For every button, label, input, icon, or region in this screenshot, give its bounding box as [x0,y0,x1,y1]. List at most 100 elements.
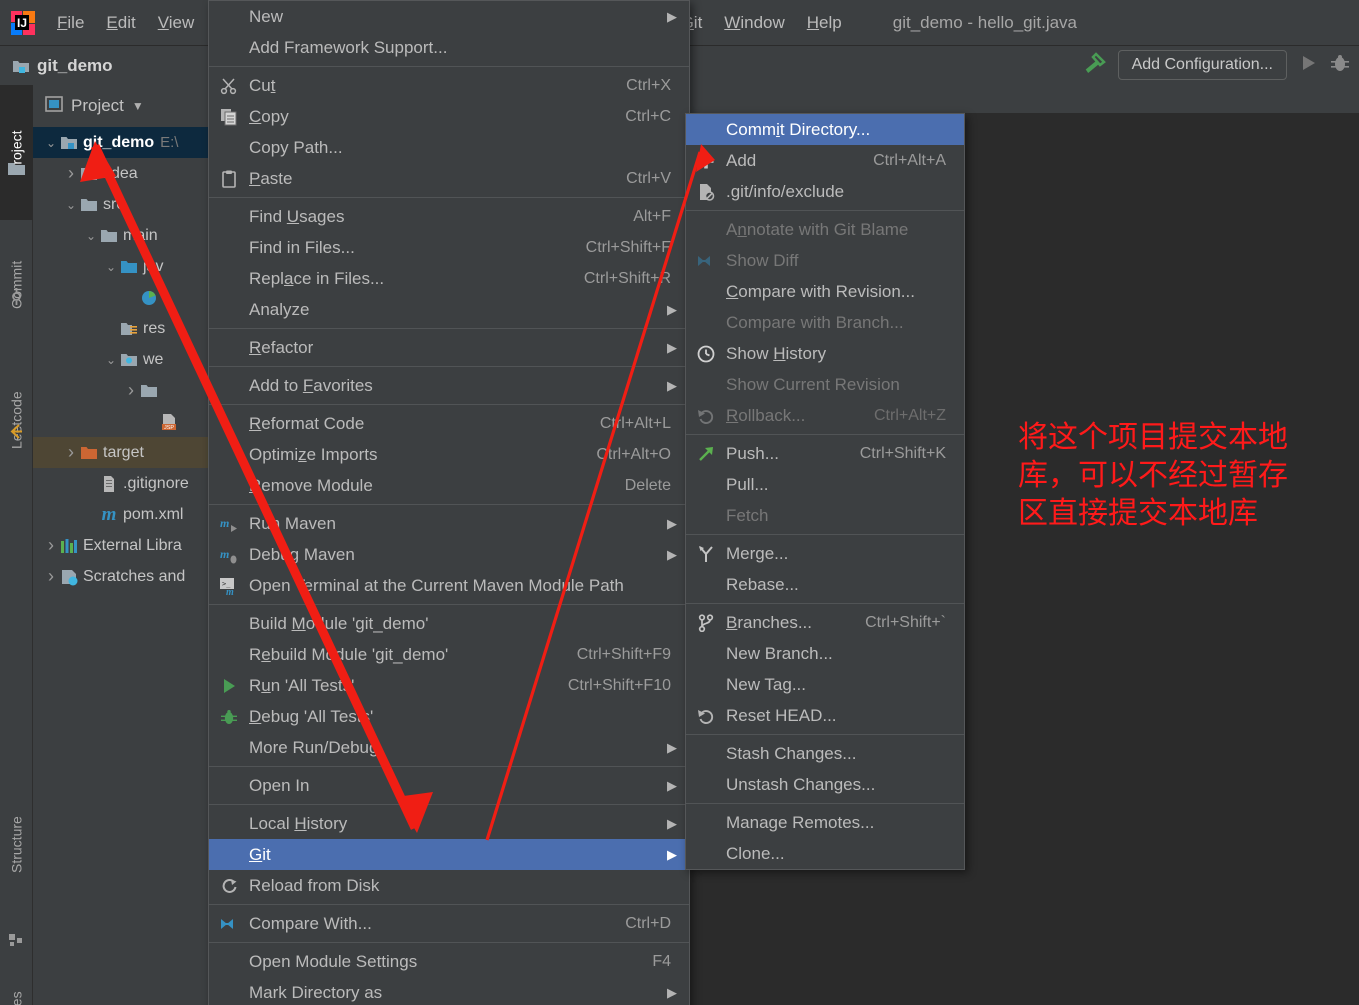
menubar-item-file[interactable]: File [46,0,95,45]
navbar-project-chip[interactable]: git_demo [12,56,113,76]
menu-item[interactable]: Git ▶ [209,839,689,870]
menu-item[interactable]: Add Framework Support... [209,32,689,63]
menu-item-label: Branches... [726,612,812,632]
folder-icon [81,198,97,211]
chevron-down-icon[interactable]: ⌄ [63,198,79,212]
menubar-item-view[interactable]: View [147,0,206,45]
menu-item[interactable]: Optimize Imports Ctrl+Alt+O [209,439,689,470]
tree-row[interactable]: ⌄ git_demo E:\ [33,127,209,158]
menu-item[interactable]: Find in Files... Ctrl+Shift+F [209,232,689,263]
menubar-item-help[interactable]: Help [796,0,853,45]
menu-item[interactable]: m Run Maven ▶ [209,508,689,539]
menu-item[interactable]: Add Ctrl+Alt+A [686,145,964,176]
chevron-right-icon[interactable]: › [43,535,59,556]
add-configuration-button[interactable]: Add Configuration... [1117,50,1287,80]
menu-item[interactable]: Remove Module Delete [209,470,689,501]
build-hammer-icon[interactable] [1082,50,1108,81]
menu-item[interactable]: Copy Path... [209,132,689,163]
menu-item[interactable]: Merge... [686,538,964,569]
menu-item[interactable]: Branches... Ctrl+Shift+` [686,607,964,638]
tree-row[interactable]: ⌄ we [33,344,209,375]
sidebar-item-commit[interactable]: Commit [0,220,33,350]
menu-item[interactable]: Push... Ctrl+Shift+K [686,438,964,469]
menu-item[interactable]: Open Module Settings F4 [209,946,689,977]
chevron-down-icon[interactable]: ⌄ [43,136,59,150]
menu-item[interactable]: Pull... [686,469,964,500]
debug-bug-icon[interactable] [1329,52,1351,79]
tree-row[interactable]: m pom.xml [33,499,209,530]
menu-item[interactable]: Refactor ▶ [209,332,689,363]
menu-item[interactable]: Unstash Changes... [686,769,964,800]
chevron-right-icon[interactable]: › [63,163,79,184]
tree-row[interactable]: res [33,313,209,344]
sidebar-item-structure[interactable]: Structure [0,775,33,915]
tree-row[interactable]: › Scratches and [33,561,209,592]
menu-item[interactable]: Reset HEAD... [686,700,964,731]
menu-item[interactable]: More Run/Debug ▶ [209,732,689,763]
menu-item[interactable]: Clone... [686,838,964,869]
tree-row[interactable]: .gitignore [33,468,209,499]
rollback-icon [686,707,726,725]
menubar-item-window[interactable]: Window [713,0,795,45]
sidebar-item-leetcode[interactable]: Leetcode [0,350,33,490]
menu-item[interactable]: m Debug Maven ▶ [209,539,689,570]
menu-item[interactable]: Cut Ctrl+X [209,70,689,101]
menu-item[interactable]: >_ m Open Terminal at the Current Maven Mo… [209,570,689,601]
menu-item[interactable]: Show History [686,338,964,369]
tree-row[interactable] [33,282,209,313]
chevron-down-icon[interactable]: ⌄ [103,260,119,274]
menu-item[interactable]: Local History ▶ [209,808,689,839]
tree-row[interactable]: › External Libra [33,530,209,561]
menu-item[interactable]: Paste Ctrl+V [209,163,689,194]
chevron-down-icon[interactable]: ⌄ [83,229,99,243]
project-context-menu[interactable]: New ▶ Add Framework Support... Cut Ctrl+X Cop… [208,0,690,1005]
menu-item[interactable]: Commit Directory... [686,114,964,145]
menu-item[interactable]: Reformat Code Ctrl+Alt+L [209,408,689,439]
tree-row[interactable]: ⌄ src [33,189,209,220]
tree-row-label: target [103,443,144,461]
menu-item-label: Show Current Revision [726,374,900,394]
tree-row[interactable]: ⌄ jav [33,251,209,282]
chevron-right-icon[interactable]: › [123,380,139,401]
menu-item[interactable]: Compare with Revision... [686,276,964,307]
menu-item[interactable]: Rebuild Module 'git_demo' Ctrl+Shift+F9 [209,639,689,670]
tree-row[interactable]: ⌄ main [33,220,209,251]
project-panel-header[interactable]: Project ▼ [33,85,209,127]
menu-item[interactable]: Find Usages Alt+F [209,201,689,232]
sidebar-item-favorites[interactable]: Favorites [0,965,33,1005]
libraries-icon [59,537,79,555]
menu-item[interactable]: Run 'All Tests' Ctrl+Shift+F10 [209,670,689,701]
menu-item[interactable]: Open In ▶ [209,770,689,801]
chevron-right-icon[interactable]: › [63,442,79,463]
menu-item[interactable]: Reload from Disk [209,870,689,901]
tree-row[interactable]: › target [33,437,209,468]
tree-row[interactable]: › [33,375,209,406]
menu-item-shortcut: Delete [624,476,671,494]
menu-item[interactable]: Analyze ▶ [209,294,689,325]
tree-row[interactable]: › .idea [33,158,209,189]
sidebar-item-project[interactable]: Project [0,85,33,220]
menu-item[interactable]: New ▶ [209,1,689,32]
menu-item[interactable]: Replace in Files... Ctrl+Shift+R [209,263,689,294]
menu-item[interactable]: .git/info/exclude [686,176,964,207]
menu-item[interactable]: Add to Favorites ▶ [209,370,689,401]
chevron-right-icon[interactable]: › [43,566,59,587]
tree-row[interactable]: JSP [33,406,209,437]
menubar-item-edit[interactable]: Edit [95,0,146,45]
menu-item[interactable]: Copy Ctrl+C [209,101,689,132]
menu-item[interactable]: Compare With... Ctrl+D [209,908,689,939]
git-submenu[interactable]: Commit Directory... Add Ctrl+Alt+A .git/inf… [685,113,965,870]
menu-item[interactable]: Mark Directory as ▶ [209,977,689,1005]
menu-item[interactable]: New Tag... [686,669,964,700]
run-triangle-icon[interactable] [1297,52,1319,79]
project-tree[interactable]: ⌄ git_demo E:\ › .idea ⌄ src ⌄ main ⌄ jav res ⌄ we › JS… [33,127,209,592]
menu-item[interactable]: Rebase... [686,569,964,600]
chevron-down-icon[interactable]: ⌄ [103,353,119,367]
menu-item[interactable]: Debug 'All Tests' [209,701,689,732]
menu-item[interactable]: Stash Changes... [686,738,964,769]
menu-item[interactable]: Manage Remotes... [686,807,964,838]
menu-item[interactable]: Build Module 'git_demo' [209,608,689,639]
chevron-down-icon[interactable]: ▼ [132,99,144,113]
chevron-right-icon: ▶ [667,515,677,531]
menu-item[interactable]: New Branch... [686,638,964,669]
